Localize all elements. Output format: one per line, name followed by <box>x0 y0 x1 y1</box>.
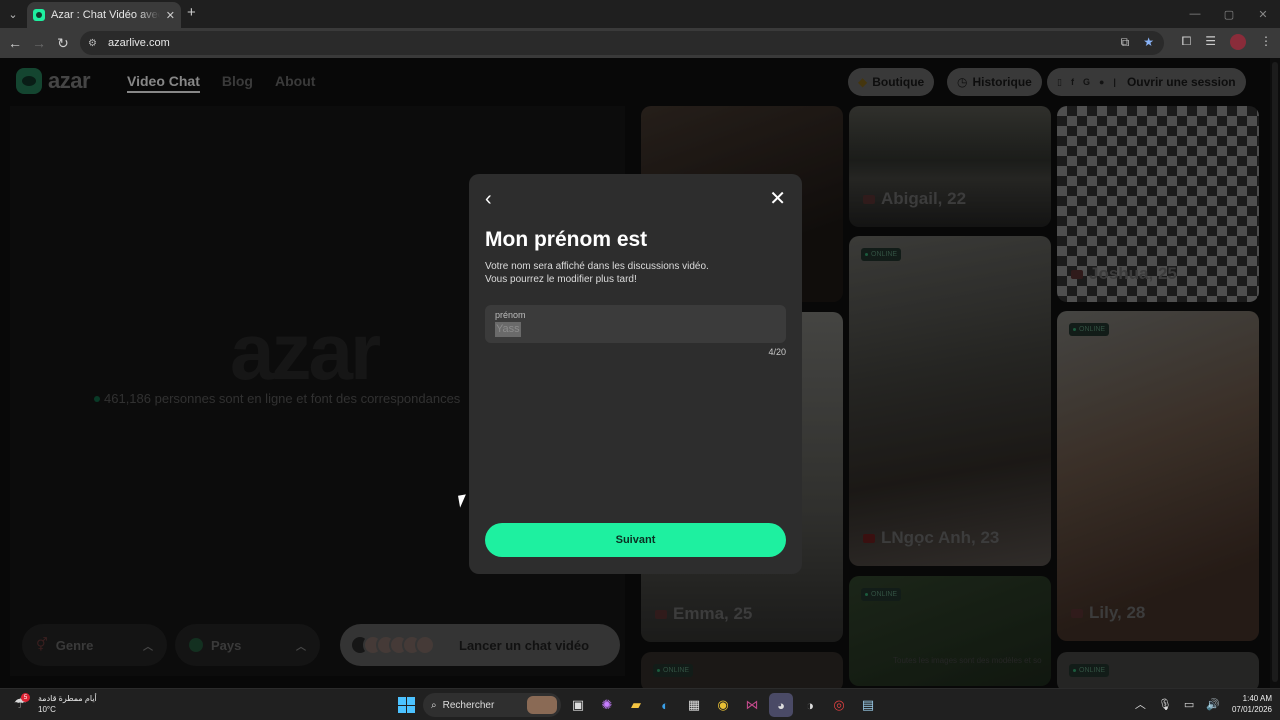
tray-chevron-up-icon[interactable]: ︿ <box>1135 696 1146 712</box>
windows-taskbar: ☂ 5 أيام ممطرة قادمة 10°C ⌕ Rechercher ▣ … <box>0 688 1280 720</box>
browser-tab[interactable]: Azar : Chat Vidéo avec de nouveaux ✕ <box>27 2 181 28</box>
search-label: Rechercher <box>442 699 495 711</box>
tab-search-chevron-icon[interactable]: ⌄ <box>4 5 22 23</box>
clock[interactable]: 1:40 AM 07/01/2026 <box>1232 693 1272 715</box>
browser-tab-bar: ⌄ Azar : Chat Vidéo avec de nouveaux ✕ +… <box>0 0 1280 28</box>
clock-time: 1:40 AM <box>1242 694 1272 703</box>
file-explorer-icon[interactable]: ▰ <box>624 693 648 717</box>
name-dialog: ‹ ✕ Mon prénom est Votre nom sera affich… <box>469 174 802 574</box>
back-chevron-icon[interactable]: ‹ <box>485 188 492 211</box>
tab-title: Azar : Chat Vidéo avec de nouveaux <box>51 9 160 21</box>
address-bar[interactable]: ⚙ azarlive.com ⧉ ★ <box>80 31 1164 55</box>
profile-avatar-icon[interactable] <box>1230 34 1246 50</box>
window-close-icon[interactable]: ✕ <box>1246 0 1280 28</box>
minimize-icon[interactable]: — <box>1178 0 1212 28</box>
description-line: Vous pourrez le modifier plus tard! <box>485 274 637 285</box>
chrome-icon[interactable]: ◉ <box>711 693 735 717</box>
dark-mode-app-icon[interactable]: ◑ <box>798 693 822 717</box>
browser-menu-icon[interactable]: ⋮ <box>1260 34 1272 50</box>
visual-studio-icon[interactable]: ⋈ <box>740 693 764 717</box>
volume-icon[interactable]: 🔊 <box>1206 698 1220 711</box>
rain-cloud-icon: ☂ 5 <box>14 693 32 713</box>
calculator-icon[interactable]: ▤ <box>856 693 880 717</box>
next-button[interactable]: Suivant <box>485 523 786 557</box>
dialog-description: Votre nom sera affiché dans les discussi… <box>485 260 785 286</box>
search-highlight-icon <box>527 696 557 714</box>
maximize-icon[interactable]: ▢ <box>1212 0 1246 28</box>
reading-list-icon[interactable]: ☰ <box>1205 34 1216 50</box>
network-icon[interactable]: ▭ <box>1184 698 1194 711</box>
taskbar-search[interactable]: ⌕ Rechercher <box>423 693 561 717</box>
install-app-icon[interactable]: ⧉ <box>1121 35 1130 50</box>
browser-toolbar: ← → ↻ ⚙ azarlive.com ⧉ ★ ⧠ ☰ ⋮ <box>0 28 1280 58</box>
recorder-icon[interactable]: ◎ <box>827 693 851 717</box>
weather-widget[interactable]: ☂ 5 أيام ممطرة قادمة 10°C <box>14 693 97 715</box>
first-name-field[interactable]: prénom Yass <box>485 305 786 343</box>
windows-start-icon[interactable] <box>394 693 418 717</box>
extensions-icon[interactable]: ⧠ <box>1182 34 1192 50</box>
tab-close-icon[interactable]: ✕ <box>166 9 175 22</box>
azar-favicon-icon <box>33 9 45 21</box>
reload-icon[interactable]: ↻ <box>54 34 72 52</box>
weather-temp: 10°C <box>38 705 56 714</box>
system-tray: ︿ 🎙 ▭ 🔊 1:40 AM 07/01/2026 <box>1135 693 1272 715</box>
store-icon[interactable]: ▦ <box>682 693 706 717</box>
close-icon[interactable]: ✕ <box>769 186 786 211</box>
dialog-title: Mon prénom est <box>485 228 648 251</box>
edge-icon[interactable]: ◐ <box>653 693 677 717</box>
alert-badge: 5 <box>21 693 30 702</box>
microphone-icon[interactable]: 🎙 <box>1158 698 1172 711</box>
task-view-icon[interactable]: ▣ <box>566 693 590 717</box>
first-name-input[interactable]: Yass <box>495 322 521 337</box>
description-line: Votre nom sera affiché dans les discussi… <box>485 261 709 272</box>
weather-title: أيام ممطرة قادمة <box>38 694 97 703</box>
back-arrow-icon[interactable]: ← <box>6 34 24 52</box>
clock-date: 07/01/2026 <box>1231 705 1272 714</box>
search-icon: ⌕ <box>431 699 437 711</box>
web-page: azar Video Chat Blog About ◆ Boutique ◷ … <box>0 58 1280 688</box>
window-controls: — ▢ ✕ <box>1178 0 1280 28</box>
char-counter: 4/20 <box>768 347 786 357</box>
site-info-icon[interactable]: ⚙ <box>88 38 104 49</box>
url-text: azarlive.com <box>108 37 170 49</box>
field-label: prénom <box>495 310 526 320</box>
forward-arrow-icon[interactable]: → <box>30 34 48 52</box>
bookmark-star-icon[interactable]: ★ <box>1143 35 1154 50</box>
discord-icon[interactable]: ◕ <box>769 693 793 717</box>
copilot-icon[interactable]: ✺ <box>595 693 619 717</box>
new-tab-plus-icon[interactable]: + <box>187 5 196 21</box>
